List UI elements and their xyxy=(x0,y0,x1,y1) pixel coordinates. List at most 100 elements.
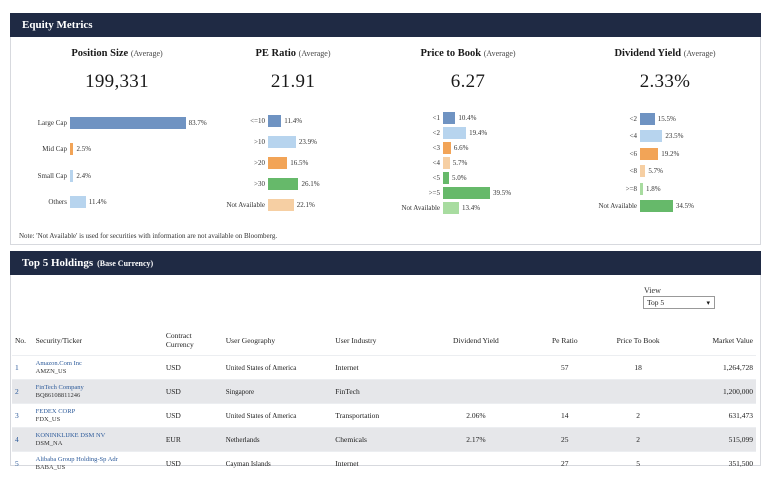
bar xyxy=(640,147,659,160)
metric-title-sub: (Average) xyxy=(298,49,331,58)
cell-dividend-yield: 2.17% xyxy=(421,427,531,452)
col-no: No. xyxy=(15,335,27,345)
bar-row: Mid Cap 2.5% xyxy=(27,142,91,156)
metric-block: PE Ratio (Average) 21.91 xyxy=(203,48,383,93)
cell-security[interactable]: Amazon.Com Inc AMZN_US xyxy=(32,355,163,380)
bar-percentage: 1.8% xyxy=(646,184,661,193)
bar xyxy=(443,186,491,199)
security-name[interactable]: Amazon.Com Inc xyxy=(36,360,160,368)
metric-title-sub: (Average) xyxy=(483,49,516,58)
table-row[interactable]: 3 FEDEX CORP FDX_US USD United States of Ame… xyxy=(12,403,756,428)
cell-rank: 2 xyxy=(12,379,33,404)
holdings-title: Top 5 Holdings xyxy=(22,257,94,269)
col-dividend-yield: Dividend Yield xyxy=(453,335,499,345)
bar-category-label: Mid Cap xyxy=(42,145,67,154)
cell-security[interactable]: KONINKLIJKE DSM NV DSM_NA xyxy=(32,427,163,452)
metric-title-sub: (Average) xyxy=(683,49,716,58)
bar-category-label: <=10 xyxy=(250,116,265,125)
metric-block: Price to Book (Average) 6.27 xyxy=(378,48,558,93)
bar-percentage: 2.4% xyxy=(76,171,91,180)
metric-average-value: 199,331 xyxy=(85,71,149,92)
cell-currency: USD xyxy=(162,451,223,475)
cell-geography: United States of America xyxy=(222,355,333,380)
metric-title-text: PE Ratio xyxy=(255,48,297,59)
bar xyxy=(70,195,86,208)
bar-percentage: 6.6% xyxy=(453,143,469,152)
metric-title-text: Position Size xyxy=(71,48,129,59)
cell-currency: USD xyxy=(162,355,223,380)
metric-average-value: 21.91 xyxy=(270,71,316,92)
bar-category-label: <5 xyxy=(432,173,440,182)
bar-category-label: Others xyxy=(48,197,67,206)
cell-security[interactable]: FEDEX CORP FDX_US xyxy=(32,403,163,428)
cell-rank: 1 xyxy=(12,355,33,380)
bar-category-label: >10 xyxy=(254,137,265,146)
cell-pe-ratio: 57 xyxy=(530,355,599,380)
bar-percentage: 19.4% xyxy=(469,128,488,137)
bar-row: >=5 39.5% xyxy=(378,186,511,200)
security-ticker: FDX_US xyxy=(35,415,61,423)
top-holdings-header: Top 5 Holdings (Base Currency) xyxy=(10,251,761,275)
bar-row: >20 16.5% xyxy=(203,156,308,170)
bar xyxy=(268,198,294,211)
metric-title: Position Size (Average) xyxy=(27,48,207,59)
bar-row: <3 6.6% xyxy=(378,141,468,155)
bar-percentage: 10.4% xyxy=(458,113,477,122)
cell-rank: 3 xyxy=(12,403,33,428)
bar xyxy=(640,165,646,178)
cell-dividend-yield xyxy=(421,379,531,404)
bar-category-label: Not Available xyxy=(226,200,265,209)
security-name[interactable]: Alibaba Group Holding-Sp Adr xyxy=(36,456,160,464)
bar-percentage: 26.1% xyxy=(301,179,320,188)
holdings-body: 1 Amazon.Com Inc AMZN_US USD United States o… xyxy=(12,355,756,475)
security-name[interactable]: FEDEX CORP xyxy=(36,408,160,416)
cell-security[interactable]: Alibaba Group Holding-Sp Adr BABA_US xyxy=(32,451,163,475)
bar-category-label: Not Available xyxy=(598,202,637,211)
col-industry: User Industry xyxy=(335,335,377,345)
bar xyxy=(443,201,459,214)
bar-percentage: 5.0% xyxy=(451,173,467,182)
bar-category-label: Small Cap xyxy=(37,171,67,180)
security-name[interactable]: KONINKLIJKE DSM NV xyxy=(36,432,160,440)
bar-percentage: 19.2% xyxy=(661,149,680,158)
cell-security[interactable]: FinTech Company BQ86108811246 xyxy=(32,379,163,404)
bar xyxy=(268,177,299,190)
bar-percentage: 34.5% xyxy=(675,202,694,211)
cell-market-value: 515,099 xyxy=(677,427,756,452)
table-row[interactable]: 5 Alibaba Group Holding-Sp Adr BABA_US USD C… xyxy=(12,451,756,475)
bar-row: <6 19.2% xyxy=(575,147,679,161)
bar-category-label: >20 xyxy=(254,158,265,167)
col-market-value: Market Value xyxy=(712,335,753,345)
col-security: Security/Ticker xyxy=(35,335,83,345)
bar-row: <2 15.5% xyxy=(575,112,676,126)
cell-industry: Transportation xyxy=(332,403,422,428)
bar xyxy=(640,182,643,195)
bar-row: >30 26.1% xyxy=(203,177,320,191)
bar-percentage: 5.7% xyxy=(648,167,664,176)
cell-rank: 4 xyxy=(12,427,33,452)
cell-geography: Singapore xyxy=(222,379,333,404)
cell-industry: FinTech xyxy=(332,379,422,404)
cell-industry: Internet xyxy=(332,451,422,475)
table-row[interactable]: 2 FinTech Company BQ86108811246 USD Singapor… xyxy=(12,379,756,404)
bar xyxy=(268,135,296,148)
bar-row: <=10 11.4% xyxy=(203,114,302,128)
security-ticker: DSM_NA xyxy=(35,439,63,447)
col-price-to-book: Price To Book xyxy=(616,335,660,345)
equity-metrics-header: Equity Metrics xyxy=(10,13,761,37)
cell-price-to-book: 2 xyxy=(598,403,678,428)
bar-row: <1 10.4% xyxy=(378,111,476,125)
view-label: View xyxy=(644,286,661,295)
security-ticker: BQ86108811246 xyxy=(35,391,81,399)
table-row[interactable]: 4 KONINKLIJKE DSM NV DSM_NA EUR Netherlands C… xyxy=(12,427,756,452)
metric-title-text: Price to Book xyxy=(420,48,482,59)
view-select[interactable]: Top 5 ▾ xyxy=(643,296,715,309)
table-row[interactable]: 1 Amazon.Com Inc AMZN_US USD United States o… xyxy=(12,355,756,380)
bar xyxy=(268,156,288,169)
bar-percentage: 11.4% xyxy=(88,197,107,206)
bar xyxy=(70,143,74,156)
security-name[interactable]: FinTech Company xyxy=(36,384,160,392)
holdings-table: No. Security/Ticker Contract Currency Us… xyxy=(12,325,756,475)
holdings-subtitle: (Base Currency) xyxy=(97,258,154,268)
col-currency: Contract Currency xyxy=(165,331,194,349)
